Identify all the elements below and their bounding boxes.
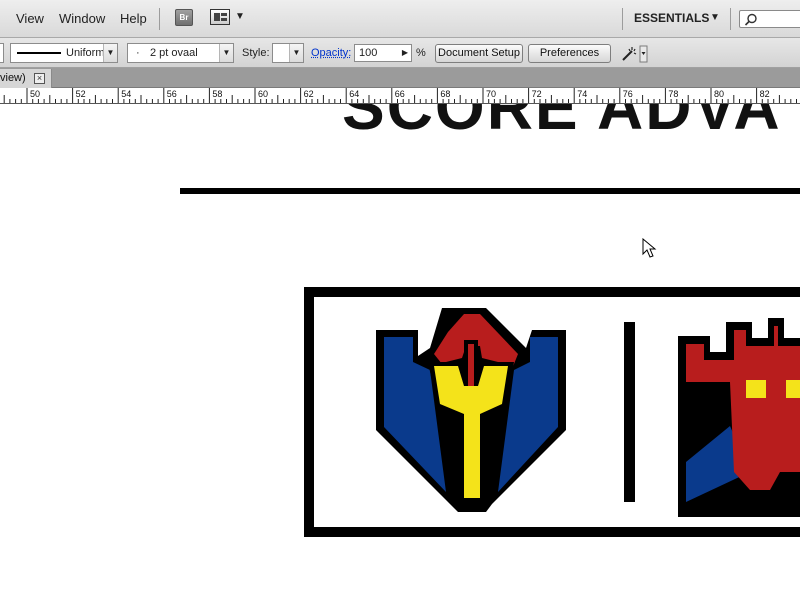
- ruler-label: 62: [303, 89, 314, 99]
- mouse-cursor-icon: [642, 238, 657, 258]
- ruler-label: 70: [486, 89, 497, 99]
- arrange-documents-button[interactable]: ▼: [210, 9, 250, 27]
- menu-separator: [730, 8, 731, 30]
- menu-separator: [159, 8, 160, 30]
- logo-artwork[interactable]: [314, 297, 800, 527]
- brush-label: 2 pt ovaal: [150, 47, 198, 59]
- magic-wand-icon: [622, 45, 648, 63]
- search-icon: [744, 13, 757, 26]
- layout-icon: [210, 9, 230, 25]
- chevron-down-icon[interactable]: ▼: [289, 44, 303, 62]
- bridge-button[interactable]: Br: [175, 9, 193, 26]
- document-tab-bar: view) ×: [0, 68, 800, 88]
- brush-definition-dropdown[interactable]: · 2 pt ovaal ▼: [127, 43, 234, 63]
- selection-tool-options-button[interactable]: [620, 45, 648, 63]
- menu-bar: View Window Help Br ▼ ESSENTIALS ▼: [0, 0, 800, 38]
- stroke-profile-label: Uniform: [66, 47, 105, 59]
- document-tab[interactable]: view) ×: [0, 69, 52, 88]
- ruler-label: 54: [121, 89, 132, 99]
- artboard-canvas[interactable]: SCORE ADVA: [0, 104, 800, 600]
- ruler-label: 74: [577, 89, 588, 99]
- control-bar: Uniform ▼ · 2 pt ovaal ▼ Style: ▼ Opacit…: [0, 38, 800, 68]
- workspace-switcher[interactable]: ESSENTIALS: [634, 11, 709, 25]
- chevron-down-icon[interactable]: ▼: [103, 44, 117, 62]
- opacity-unit: %: [416, 47, 426, 59]
- document-setup-button[interactable]: Document Setup: [435, 44, 523, 63]
- ruler-label: 68: [440, 89, 451, 99]
- ruler-label: 78: [668, 89, 679, 99]
- ruler-label: 50: [30, 89, 41, 99]
- style-label: Style:: [242, 47, 270, 59]
- preferences-button[interactable]: Preferences: [528, 44, 611, 63]
- ruler-label: 66: [394, 89, 405, 99]
- logo-frame[interactable]: [304, 287, 800, 537]
- ruler-label: 80: [714, 89, 725, 99]
- ruler-label: 58: [212, 89, 223, 99]
- artwork-divider-line[interactable]: [180, 188, 800, 194]
- logo-divider: [624, 322, 635, 502]
- document-tab-label: view): [0, 72, 26, 84]
- menu-separator: [622, 8, 623, 30]
- menu-window[interactable]: Window: [59, 11, 105, 26]
- variable-width-profile-dropdown[interactable]: Uniform ▼: [10, 43, 118, 63]
- monster-icon: [678, 318, 800, 517]
- chevron-down-icon[interactable]: ▼: [219, 44, 233, 62]
- ruler-label: 82: [759, 89, 770, 99]
- stroke-weight-field[interactable]: [0, 43, 4, 63]
- ruler-label: 52: [75, 89, 86, 99]
- ruler-label: 60: [258, 89, 269, 99]
- stroke-preview: [17, 52, 61, 54]
- ruler-label: 56: [166, 89, 177, 99]
- chevron-down-icon[interactable]: ▼: [710, 12, 720, 23]
- opacity-field[interactable]: 100 ▶: [354, 44, 412, 62]
- menu-help[interactable]: Help: [120, 11, 147, 26]
- graphic-style-dropdown[interactable]: ▼: [272, 43, 304, 63]
- brush-preview: ·: [136, 47, 140, 59]
- ruler-label: 72: [531, 89, 542, 99]
- opacity-link[interactable]: Opacity:: [311, 47, 351, 59]
- horizontal-ruler[interactable]: 50 52 54 56 58 60 62 64 66 68 70 72 74 76 78 80 82: [0, 88, 800, 104]
- ruler-label: 76: [622, 89, 633, 99]
- close-icon[interactable]: ×: [34, 73, 45, 84]
- ship-icon: [376, 308, 566, 512]
- chevron-right-icon[interactable]: ▶: [402, 48, 408, 57]
- menu-view[interactable]: View: [16, 11, 44, 26]
- search-input[interactable]: [739, 10, 800, 28]
- opacity-value: 100: [359, 47, 378, 59]
- ruler-label: 64: [349, 89, 360, 99]
- chevron-down-icon: ▼: [235, 11, 245, 22]
- artwork-title-text[interactable]: SCORE ADVA: [342, 104, 782, 144]
